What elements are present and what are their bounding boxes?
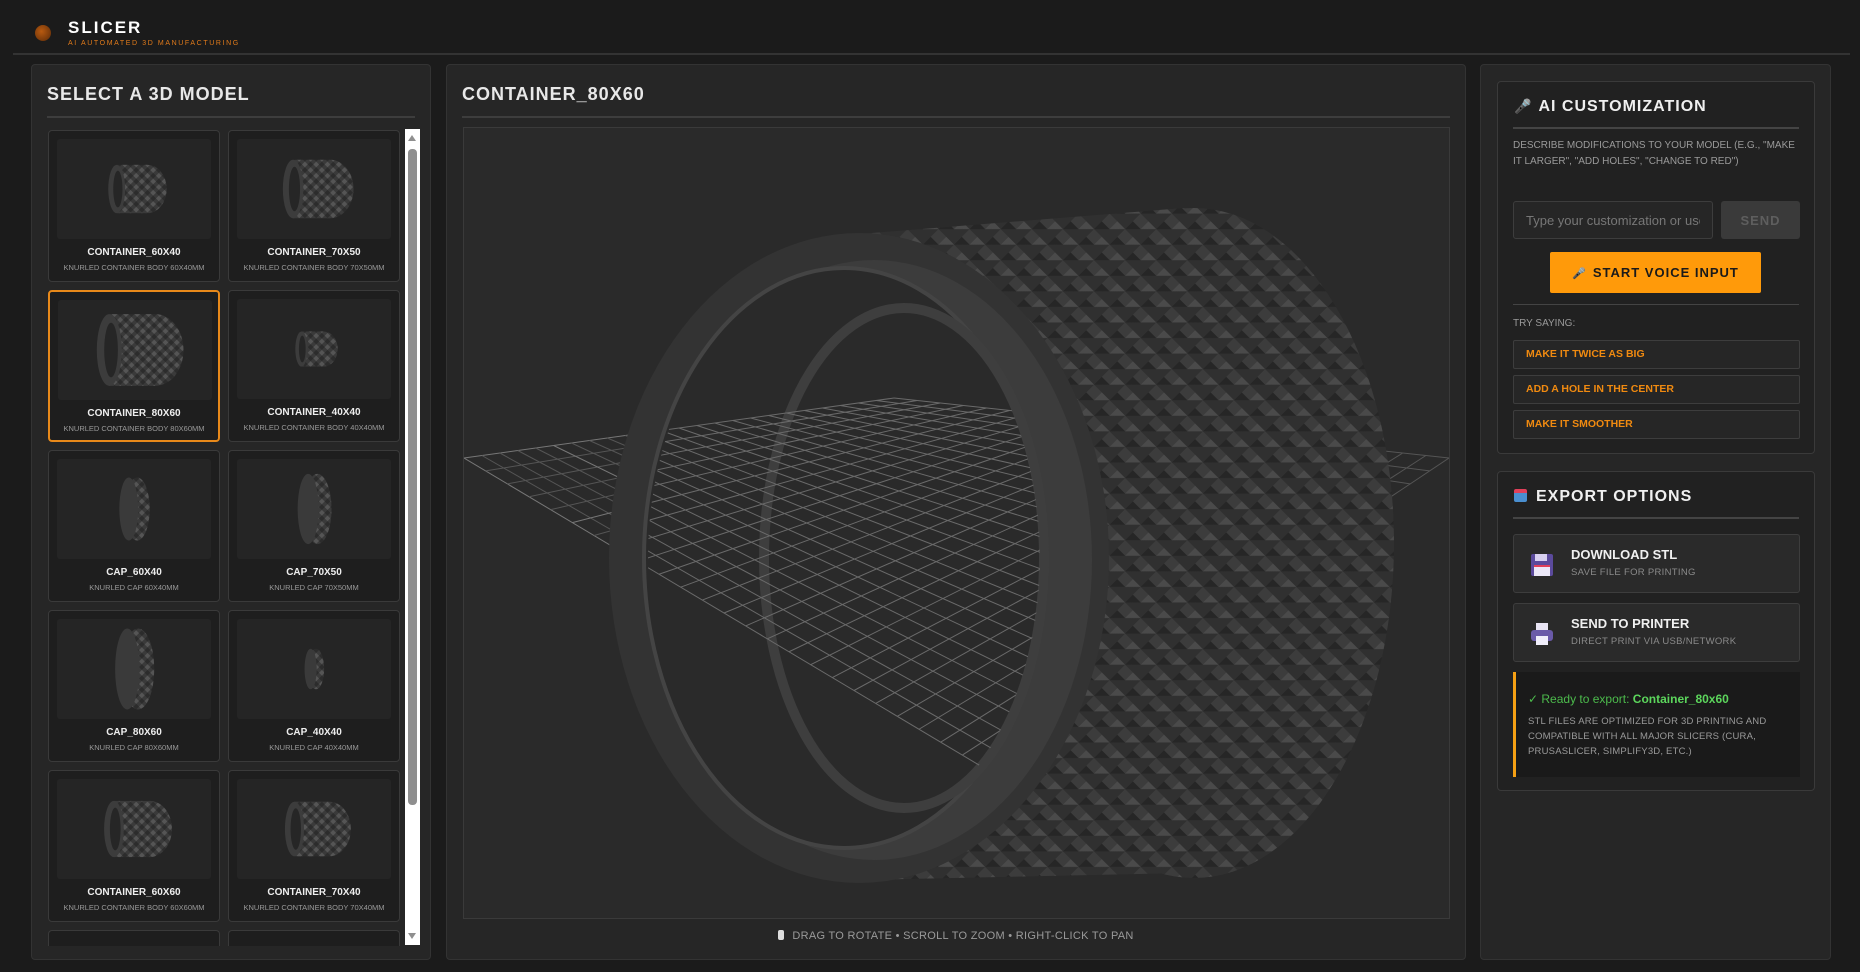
- viewer-panel: CONTAINER_80X60 DRAG TO ROTATE • SCROLL …: [446, 64, 1466, 960]
- model-description: KNURLED CONTAINER BODY 60X40MM: [63, 263, 205, 272]
- suggestion-twice-as-big[interactable]: MAKE IT TWICE AS BIG: [1513, 340, 1800, 369]
- model-description: KNURLED CAP 60X40MM: [89, 583, 179, 592]
- start-voice-input-button[interactable]: 🎤 START VOICE INPUT: [1550, 252, 1761, 293]
- model-card[interactable]: CONTAINER_70X40 KNURLED CONTAINER BODY 7…: [228, 770, 400, 922]
- model-description: KNURLED CONTAINER BODY 70X50MM: [243, 263, 385, 272]
- download-subtitle: SAVE FILE FOR PRINTING: [1571, 567, 1696, 578]
- app-header: SLICER AI AUTOMATED 3D MANUFACTURING: [13, 0, 1850, 55]
- model-thumbnail: [57, 459, 211, 559]
- model-description: KNURLED CAP 80X60MM: [89, 743, 179, 752]
- ai-customization-card: 🎤 AI CUSTOMIZATION DESCRIBE MODIFICATIONS…: [1497, 81, 1815, 454]
- ai-title-text: AI CUSTOMIZATION: [1538, 98, 1707, 115]
- microphone-icon: 🎤: [1572, 268, 1587, 280]
- download-title: DOWNLOAD STL: [1571, 547, 1678, 562]
- outbox-tray-icon: [1514, 489, 1527, 502]
- microphone-icon: 🎤: [1514, 98, 1533, 114]
- divider: [462, 116, 1450, 118]
- scroll-down-icon[interactable]: [408, 933, 416, 939]
- model-thumbnail: [57, 619, 211, 719]
- model-name: CONTAINER_70X40: [267, 887, 361, 898]
- 3d-viewport[interactable]: [463, 127, 1450, 919]
- viewer-hint: DRAG TO ROTATE • SCROLL TO ZOOM • RIGHT-…: [447, 930, 1465, 942]
- model-thumbnail: [57, 779, 211, 879]
- model-card[interactable]: CAP_70X50 KNURLED CAP 70X50MM: [228, 450, 400, 602]
- export-title-text: EXPORT OPTIONS: [1536, 488, 1693, 505]
- export-note: STL FILES ARE OPTIMIZED FOR 3D PRINTING …: [1528, 716, 1767, 757]
- model-card[interactable]: CONTAINER_80X60 KNURLED CONTAINER BODY 8…: [48, 290, 220, 442]
- model-select-panel: SELECT A 3D MODEL CONTAINER_60X40 KNURLE…: [31, 64, 431, 960]
- viewer-title: CONTAINER_80X60: [462, 84, 645, 104]
- export-status: ✓ Ready to export: Container_80x60 STL F…: [1513, 672, 1800, 777]
- ready-model: Container_80x60: [1632, 692, 1729, 706]
- model-card[interactable]: CAP_80X60 KNURLED CAP 80X60MM: [48, 610, 220, 762]
- download-stl-button[interactable]: DOWNLOAD STL SAVE FILE FOR PRINTING: [1513, 534, 1800, 593]
- suggestion-hole-center[interactable]: ADD A HOLE IN THE CENTER: [1513, 375, 1800, 404]
- model-thumbnail: [58, 300, 212, 400]
- model-card[interactable]: CONTAINER_60X40 KNURLED CONTAINER BODY 6…: [48, 130, 220, 282]
- try-saying-label: TRY SAYING:: [1513, 318, 1576, 329]
- model-card[interactable]: [48, 930, 220, 946]
- model-card[interactable]: CONTAINER_60X60 KNURLED CONTAINER BODY 6…: [48, 770, 220, 922]
- model-card[interactable]: CAP_40X40 KNURLED CAP 40X40MM: [228, 610, 400, 762]
- model-name: CONTAINER_70X50: [267, 247, 361, 258]
- model-description: KNURLED CAP 40X40MM: [269, 743, 359, 752]
- panel-title: SELECT A 3D MODEL: [47, 84, 250, 104]
- send-to-printer-button[interactable]: SEND TO PRINTER DIRECT PRINT VIA USB/NET…: [1513, 603, 1800, 662]
- divider: [1513, 127, 1799, 129]
- model-name: CONTAINER_60X60: [87, 887, 181, 898]
- ready-status: ✓ Ready to export: Container_80x60: [1528, 692, 1729, 706]
- model-thumbnail: [237, 459, 391, 559]
- model-thumbnail: [237, 619, 391, 719]
- model-name: CAP_80X60: [106, 727, 162, 738]
- mouse-icon: [778, 930, 785, 940]
- voice-label: START VOICE INPUT: [1592, 265, 1739, 280]
- scroll-up-icon[interactable]: [408, 135, 416, 141]
- logo-icon: [35, 25, 51, 41]
- send-button[interactable]: SEND: [1721, 201, 1800, 239]
- model-name: CAP_70X50: [286, 567, 342, 578]
- divider: [1513, 304, 1799, 305]
- model-description: KNURLED CONTAINER BODY 80X60MM: [63, 424, 205, 433]
- app-title: SLICER: [68, 18, 143, 37]
- customization-input[interactable]: [1513, 201, 1713, 239]
- model-thumbnail: [237, 779, 391, 879]
- model-grid: CONTAINER_60X40 KNURLED CONTAINER BODY 6…: [48, 130, 404, 946]
- model-description: KNURLED CONTAINER BODY 70X40MM: [243, 903, 385, 912]
- 3d-scene[interactable]: [464, 128, 1449, 918]
- scrollbar-thumb[interactable]: [408, 149, 417, 805]
- divider: [1513, 517, 1799, 519]
- floppy-disk-icon: [1531, 554, 1553, 576]
- model-description: KNURLED CONTAINER BODY 40X40MM: [243, 423, 385, 432]
- model-thumbnail: [57, 139, 211, 239]
- model-description: KNURLED CONTAINER BODY 60X60MM: [63, 903, 205, 912]
- ready-prefix: ✓ Ready to export:: [1528, 692, 1633, 706]
- model-card[interactable]: CONTAINER_40X40 KNURLED CONTAINER BODY 4…: [228, 290, 400, 442]
- model-description: KNURLED CAP 70X50MM: [269, 583, 359, 592]
- model-name: CONTAINER_60X40: [87, 247, 181, 258]
- model-thumbnail: [237, 299, 391, 399]
- model-name: CONTAINER_40X40: [267, 407, 361, 418]
- viewer-hint-text: DRAG TO ROTATE • SCROLL TO ZOOM • RIGHT-…: [792, 930, 1134, 942]
- divider: [47, 116, 415, 118]
- model-thumbnail: [237, 139, 391, 239]
- printer-subtitle: DIRECT PRINT VIA USB/NETWORK: [1571, 636, 1737, 647]
- model-card[interactable]: [228, 930, 400, 946]
- suggestion-smoother[interactable]: MAKE IT SMOOTHER: [1513, 410, 1800, 439]
- model-name: CAP_60X40: [106, 567, 162, 578]
- ai-title: 🎤 AI CUSTOMIZATION: [1514, 98, 1707, 116]
- printer-title: SEND TO PRINTER: [1571, 616, 1690, 631]
- model-name: CAP_40X40: [286, 727, 342, 738]
- printer-icon: [1531, 623, 1553, 645]
- export-title: EXPORT OPTIONS: [1514, 488, 1692, 506]
- ai-description: DESCRIBE MODIFICATIONS TO YOUR MODEL (E.…: [1513, 140, 1795, 167]
- model-card[interactable]: CONTAINER_70X50 KNURLED CONTAINER BODY 7…: [228, 130, 400, 282]
- export-options-card: EXPORT OPTIONS DOWNLOAD STL SAVE FILE FO…: [1497, 471, 1815, 791]
- model-name: CONTAINER_80X60: [87, 408, 181, 419]
- app-subtitle: AI AUTOMATED 3D MANUFACTURING: [68, 40, 240, 47]
- model-list-scrollbar[interactable]: [405, 129, 420, 945]
- right-panel: 🎤 AI CUSTOMIZATION DESCRIBE MODIFICATIONS…: [1480, 64, 1831, 960]
- model-card[interactable]: CAP_60X40 KNURLED CAP 60X40MM: [48, 450, 220, 602]
